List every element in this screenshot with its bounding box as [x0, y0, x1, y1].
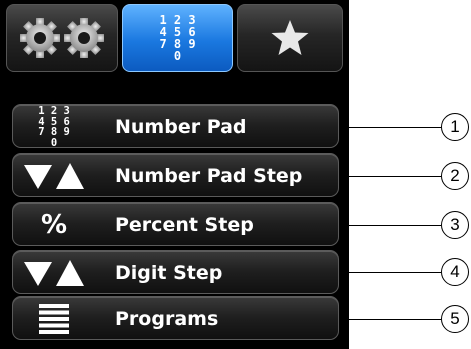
- digit-step-button[interactable]: Digit Step: [12, 250, 339, 294]
- number-pad-label: Number Pad: [115, 116, 247, 138]
- numpad-icon: 1 2 3 4 5 6 7 8 9 0: [159, 13, 196, 63]
- callout-leader-line: [339, 176, 441, 177]
- tab-number-pad[interactable]: 1 2 3 4 5 6 7 8 9 0: [122, 4, 233, 72]
- callout-leader-line: [339, 127, 441, 128]
- callout-leader-line: [339, 225, 441, 226]
- callout-marker: 4: [441, 258, 469, 286]
- step-arrows-icon: [24, 260, 84, 286]
- number-pad-button[interactable]: 1 2 3 4 5 6 7 8 9 0 Number Pad: [12, 104, 339, 148]
- callout-leader-line: [339, 272, 441, 273]
- tab-bar: 1 2 3 4 5 6 7 8 9 0: [6, 4, 343, 72]
- number-pad-step-button[interactable]: Number Pad Step: [12, 153, 339, 197]
- device-screen: 1 2 3 4 5 6 7 8 9 0 1 2 3 4 5 6 7 8 9 0 …: [0, 0, 349, 349]
- gears-icon: [20, 18, 104, 58]
- list-icon: [39, 304, 69, 334]
- step-arrows-icon: [24, 163, 84, 189]
- programs-button[interactable]: Programs: [12, 296, 339, 340]
- tab-favorites[interactable]: [237, 4, 343, 72]
- tab-settings[interactable]: [6, 4, 118, 72]
- numpad-icon: 1 2 3 4 5 6 7 8 9 0: [38, 105, 70, 149]
- callout-leader-line: [339, 319, 441, 320]
- programs-label: Programs: [115, 308, 219, 330]
- percent-step-label: Percent Step: [115, 214, 254, 236]
- callout-marker: 2: [441, 162, 469, 190]
- callout-marker: 5: [441, 305, 469, 333]
- number-pad-step-label: Number Pad Step: [115, 165, 303, 187]
- digit-step-label: Digit Step: [115, 262, 223, 284]
- callout-marker: 3: [441, 211, 469, 239]
- percent-icon: %: [40, 210, 68, 240]
- callout-marker: 1: [441, 113, 469, 141]
- percent-step-button[interactable]: % Percent Step: [12, 202, 339, 246]
- star-icon: [271, 20, 309, 55]
